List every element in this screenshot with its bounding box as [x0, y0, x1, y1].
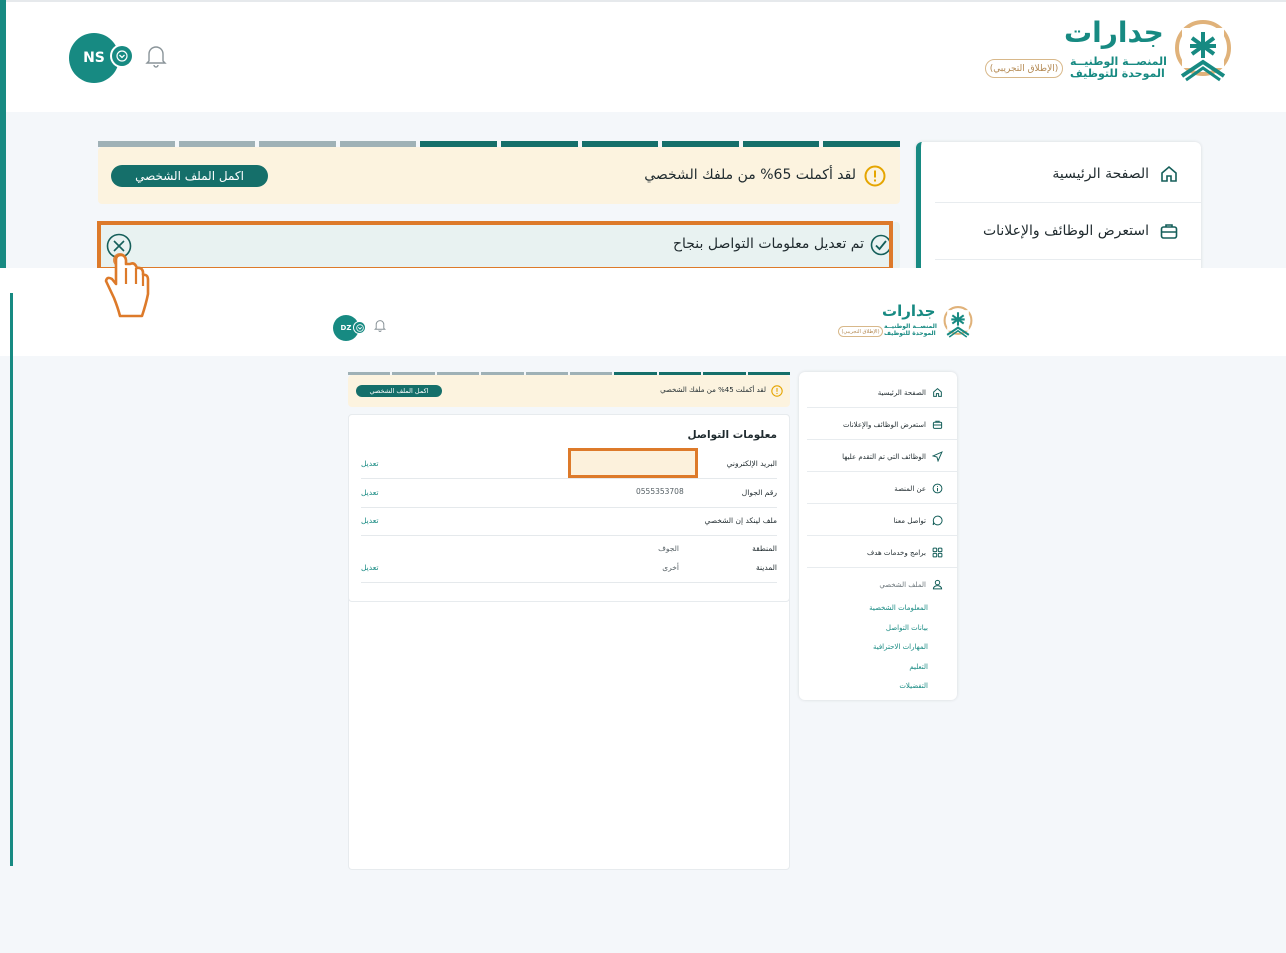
divider: [361, 478, 777, 479]
divider: [935, 202, 1201, 203]
jadarat-logo-icon: [1175, 20, 1231, 82]
brand-name: جدارات: [882, 302, 936, 320]
user-icon: [932, 579, 943, 590]
jadarat-logo-icon: [943, 306, 973, 338]
edit-region-link[interactable]: تعديل: [361, 563, 378, 572]
page-header: [0, 268, 1286, 356]
divider: [807, 535, 957, 536]
divider: [361, 582, 777, 583]
trial-badge: (الإطلاق التجريبي): [985, 59, 1063, 78]
divider: [361, 535, 777, 536]
left-accent-bar: [0, 0, 6, 268]
brand-subtitle-2: الموحدة للتوظيف: [884, 330, 936, 337]
sidebar-item-applied-jobs[interactable]: الوظائف التي تم التقدم عليها: [842, 451, 943, 462]
trial-badge: (الإطلاق التجريبي): [838, 326, 883, 337]
region-label: المنطقة: [752, 544, 777, 553]
card-title: معلومات التواصل: [687, 429, 777, 441]
city-label: المدينة: [755, 563, 777, 572]
submenu-education[interactable]: التعليم: [909, 663, 928, 671]
warning-icon: [771, 385, 783, 397]
full-page-screenshot: DZ جدارات المنصــة الوطنيــة الموحدة للت…: [0, 268, 1286, 953]
warning-icon: [864, 165, 886, 187]
sidebar-item-label: تواصل معنا: [893, 516, 926, 525]
sidebar-item-label: برامج وخدمات هدف: [867, 548, 926, 557]
sidebar-item-profile[interactable]: الملف الشخصي: [879, 579, 943, 590]
chevron-down-icon: [355, 323, 364, 332]
divider: [807, 567, 957, 568]
chevron-down-icon: [116, 50, 128, 62]
left-accent-bar: [10, 293, 13, 866]
edit-linkedin-link[interactable]: تعديل: [361, 516, 378, 525]
brand-subtitle-2: الموحدة للتوظيف: [1070, 67, 1165, 80]
city-value: أخرى: [662, 563, 679, 572]
zoom-sidebar: الصفحة الرئيسية استعرض الوظائف والإعلانا…: [916, 142, 1201, 268]
complete-profile-button[interactable]: اكمل الملف الشخصي: [111, 165, 268, 187]
divider: [361, 507, 777, 508]
brand-subtitle-1: المنصــة الوطنيــة: [1070, 55, 1167, 68]
submenu-personal-info[interactable]: المعلومات الشخصية: [869, 604, 928, 612]
account-dropdown[interactable]: [110, 44, 134, 68]
sidebar-item-home[interactable]: الصفحة الرئيسية: [878, 387, 943, 398]
sidebar-item-label: الصفحة الرئيسية: [1052, 166, 1149, 182]
brand-name: جدارات: [1064, 16, 1164, 49]
sidebar: الصفحة الرئيسية استعرض الوظائف والإعلانا…: [799, 372, 957, 700]
divider: [807, 439, 957, 440]
complete-profile-button[interactable]: اكمل الملف الشخصي: [356, 385, 442, 397]
email-label: البريد الإلكتروني: [726, 459, 777, 468]
sidebar-item-label: استعرض الوظائف والإعلانات: [982, 223, 1149, 239]
briefcase-icon: [1160, 224, 1178, 239]
sidebar-item-jobs[interactable]: استعرض الوظائف والإعلانات: [843, 419, 943, 430]
submenu-skills[interactable]: المهارات الاحترافية: [873, 643, 928, 651]
email-value-highlight: [568, 448, 698, 478]
submenu-contact-info[interactable]: بيانات التواصل: [886, 624, 928, 632]
edit-email-link[interactable]: تعديل: [361, 459, 378, 468]
hand-pointer-icon: [104, 253, 150, 318]
divider: [935, 259, 1201, 260]
mobile-label: رقم الجوال: [741, 488, 777, 497]
bell-icon[interactable]: [374, 319, 386, 332]
briefcase-icon: [932, 420, 943, 429]
sidebar-item-hadaf[interactable]: برامج وخدمات هدف: [867, 547, 943, 558]
account-dropdown[interactable]: [353, 321, 366, 334]
divider: [807, 503, 957, 504]
success-alert-highlight: [97, 221, 893, 268]
home-icon: [1161, 165, 1177, 182]
sidebar-item-contact-us[interactable]: تواصل معنا: [894, 515, 943, 526]
contact-info-card-body: معلومات التواصل البريد الإلكتروني تعديل …: [348, 414, 790, 602]
sidebar-item-home[interactable]: الصفحة الرئيسية: [1052, 164, 1179, 184]
zoomed-detail-panel: NS جدارات المنصــة الوطنيــة الموحدة للت…: [0, 0, 1286, 268]
bell-icon[interactable]: [145, 44, 167, 68]
submenu-preferences[interactable]: التفضيلات: [899, 682, 928, 690]
linkedin-label: ملف لينكد إن الشخصي: [704, 516, 777, 525]
grid-icon: [932, 547, 943, 558]
region-value: الجوف: [658, 544, 679, 553]
sidebar-item-label: الملف الشخصي: [879, 580, 926, 589]
divider: [807, 471, 957, 472]
info-icon: [932, 483, 943, 494]
sidebar-item-label: استعرض الوظائف والإعلانات: [842, 420, 926, 429]
sidebar-item-label: الصفحة الرئيسية: [877, 388, 926, 397]
sidebar-item-about[interactable]: عن المنصة: [894, 483, 943, 494]
mobile-value: 0555353708: [636, 487, 684, 496]
send-icon: [932, 451, 943, 462]
sidebar-item-label: الوظائف التي تم التقدم عليها: [842, 452, 926, 461]
divider: [807, 407, 957, 408]
profile-completion-text: لقد أكملت 45% من ملفك الشخصي: [660, 386, 766, 394]
sidebar-item-label: عن المنصة: [894, 484, 926, 493]
chat-icon: [932, 515, 943, 526]
home-icon: [933, 387, 942, 397]
edit-mobile-link[interactable]: تعديل: [361, 488, 378, 497]
profile-completion-text: لقد أكملت 65% من ملفك الشخصي: [644, 167, 856, 183]
sidebar-item-jobs[interactable]: استعرض الوظائف والإعلانات: [983, 221, 1179, 241]
